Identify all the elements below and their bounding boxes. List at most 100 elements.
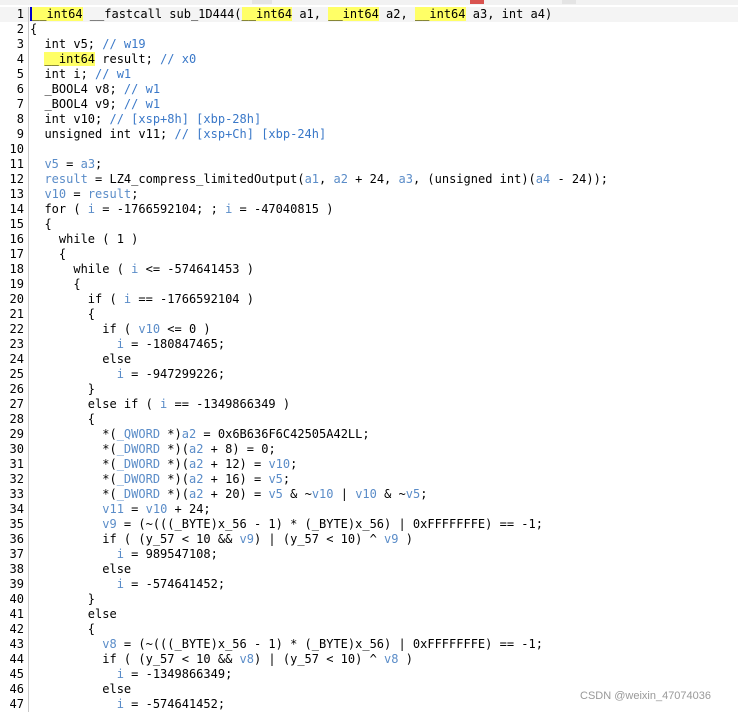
code-line[interactable]: 36 if ( (y_57 < 10 && v9) | (y_57 < 10) … xyxy=(0,532,738,547)
code-line[interactable]: 37 i = 989547108; xyxy=(0,547,738,562)
code-line[interactable]: 22 if ( v10 <= 0 ) xyxy=(0,322,738,337)
code-text[interactable]: *(_DWORD *)(a2 + 16) = v5; xyxy=(30,472,290,487)
code-line[interactable]: 39 i = -574641452; xyxy=(0,577,738,592)
code-line[interactable]: 25 i = -947299226; xyxy=(0,367,738,382)
code-text[interactable]: *(_QWORD *)a2 = 0x6B636F6C42505A42LL; xyxy=(30,427,369,442)
code-line[interactable]: 42 { xyxy=(0,622,738,637)
code-text[interactable]: int v5; // w19 xyxy=(30,37,145,52)
code-text[interactable]: else xyxy=(30,607,117,622)
tab-2[interactable] xyxy=(470,0,484,4)
code-line[interactable]: 40 } xyxy=(0,592,738,607)
code-text[interactable]: if ( (y_57 < 10 && v8) | (y_57 < 10) ^ v… xyxy=(30,652,413,667)
code-text[interactable]: i = 989547108; xyxy=(30,547,218,562)
code-text[interactable]: else xyxy=(30,682,131,697)
code-text[interactable]: { xyxy=(30,307,95,322)
code-text[interactable]: i = -1349866349; xyxy=(30,667,233,682)
code-line[interactable]: 14 for ( i = -1766592104; ; i = -4704081… xyxy=(0,202,738,217)
code-text[interactable]: v11 = v10 + 24; xyxy=(30,502,210,517)
code-line[interactable]: 10 xyxy=(0,142,738,157)
code-line[interactable]: 1 __int64 __fastcall sub_1D444(__int64 a1… xyxy=(0,7,738,22)
code-text[interactable]: if ( (y_57 < 10 && v9) | (y_57 < 10) ^ v… xyxy=(30,532,413,547)
code-text[interactable]: _BOOL4 v9; // w1 xyxy=(30,97,160,112)
code-text[interactable]: *(_DWORD *)(a2 + 20) = v5 & ~v10 | v10 &… xyxy=(30,487,427,502)
code-line[interactable]: 44 if ( (y_57 < 10 && v8) | (y_57 < 10) … xyxy=(0,652,738,667)
code-line[interactable]: 28 { xyxy=(0,412,738,427)
code-line[interactable]: 34 v11 = v10 + 24; xyxy=(0,502,738,517)
code-line[interactable]: 13 v10 = result; xyxy=(0,187,738,202)
code-line[interactable]: 41 else xyxy=(0,607,738,622)
code-line[interactable]: 12 result = LZ4_compress_limitedOutput(a… xyxy=(0,172,738,187)
code-line[interactable]: 20 if ( i == -1766592104 ) xyxy=(0,292,738,307)
code-line[interactable]: 17 { xyxy=(0,247,738,262)
code-line[interactable]: 18 while ( i <= -574641453 ) xyxy=(0,262,738,277)
line-number: 7 xyxy=(16,97,24,111)
line-number: 5 xyxy=(16,67,24,81)
code-line[interactable]: 3 int v5; // w19 xyxy=(0,37,738,52)
code-text[interactable]: for ( i = -1766592104; ; i = -47040815 ) xyxy=(30,202,333,217)
code-line[interactable]: 30 *(_DWORD *)(a2 + 8) = 0; xyxy=(0,442,738,457)
code-text[interactable]: { xyxy=(30,412,95,427)
code-line[interactable]: 23 i = -180847465; xyxy=(0,337,738,352)
code-text[interactable]: *(_DWORD *)(a2 + 8) = 0; xyxy=(30,442,275,457)
line-number: 43 xyxy=(9,637,24,651)
code-text[interactable]: { xyxy=(30,622,95,637)
code-line[interactable]: 35 v9 = (~(((_BYTE)x_56 - 1) * (_BYTE)x_… xyxy=(0,517,738,532)
gutter-separator xyxy=(28,367,29,382)
code-line[interactable]: 15 { xyxy=(0,217,738,232)
code-text[interactable]: { xyxy=(30,22,37,37)
code-line[interactable]: 26 } xyxy=(0,382,738,397)
code-line[interactable]: 9 unsigned int v11; // [xsp+Ch] [xbp-24h… xyxy=(0,127,738,142)
code-line[interactable]: 4 __int64 result; // x0 xyxy=(0,52,738,67)
code-line[interactable]: 16 while ( 1 ) xyxy=(0,232,738,247)
code-text[interactable]: else if ( i == -1349866349 ) xyxy=(30,397,290,412)
gutter-separator xyxy=(28,682,29,697)
tab-3[interactable] xyxy=(562,0,576,4)
code-text[interactable]: else xyxy=(30,562,131,577)
code-line[interactable]: 7 _BOOL4 v9; // w1 xyxy=(0,97,738,112)
code-text[interactable]: v8 = (~(((_BYTE)x_56 - 1) * (_BYTE)x_56)… xyxy=(30,637,543,652)
code-text[interactable]: int v10; // [xsp+8h] [xbp-28h] xyxy=(30,112,261,127)
code-text[interactable]: { xyxy=(30,217,51,232)
code-line[interactable]: 2{ xyxy=(0,22,738,37)
code-line[interactable]: 33 *(_DWORD *)(a2 + 20) = v5 & ~v10 | v1… xyxy=(0,487,738,502)
code-line[interactable]: 27 else if ( i == -1349866349 ) xyxy=(0,397,738,412)
code-line[interactable]: 32 *(_DWORD *)(a2 + 16) = v5; xyxy=(0,472,738,487)
code-text[interactable]: if ( i == -1766592104 ) xyxy=(30,292,254,307)
code-text[interactable]: { xyxy=(30,277,80,292)
code-line[interactable]: 5 int i; // w1 xyxy=(0,67,738,82)
code-text[interactable]: i = -180847465; xyxy=(30,337,225,352)
code-text[interactable]: i = -574641452; xyxy=(30,577,225,592)
code-line[interactable]: 45 i = -1349866349; xyxy=(0,667,738,682)
code-line[interactable]: 19 { xyxy=(0,277,738,292)
code-text[interactable]: if ( v10 <= 0 ) xyxy=(30,322,210,337)
code-text[interactable]: unsigned int v11; // [xsp+Ch] [xbp-24h] xyxy=(30,127,326,142)
code-line[interactable]: 8 int v10; // [xsp+8h] [xbp-28h] xyxy=(0,112,738,127)
code-text[interactable]: _BOOL4 v8; // w1 xyxy=(30,82,160,97)
code-text[interactable]: v10 = result; xyxy=(30,187,138,202)
code-line[interactable]: 24 else xyxy=(0,352,738,367)
code-text[interactable]: else xyxy=(30,352,131,367)
code-line[interactable]: 21 { xyxy=(0,307,738,322)
code-text[interactable]: v5 = a3; xyxy=(30,157,102,172)
tab-1[interactable] xyxy=(252,0,272,4)
code-line[interactable]: 11 v5 = a3; xyxy=(0,157,738,172)
code-text[interactable]: __int64 __fastcall sub_1D444(__int64 a1,… xyxy=(30,7,552,22)
code-text[interactable]: __int64 result; // x0 xyxy=(30,52,196,67)
pseudocode-view[interactable]: 1 __int64 __fastcall sub_1D444(__int64 a1… xyxy=(0,7,738,712)
code-text[interactable]: *(_DWORD *)(a2 + 12) = v10; xyxy=(30,457,297,472)
code-text[interactable]: } xyxy=(30,592,95,607)
code-text[interactable]: int i; // w1 xyxy=(30,67,131,82)
code-text[interactable]: v9 = (~(((_BYTE)x_56 - 1) * (_BYTE)x_56)… xyxy=(30,517,543,532)
code-text[interactable]: while ( 1 ) xyxy=(30,232,138,247)
code-text[interactable]: i = -947299226; xyxy=(30,367,225,382)
code-line[interactable]: 31 *(_DWORD *)(a2 + 12) = v10; xyxy=(0,457,738,472)
code-text[interactable]: result = LZ4_compress_limitedOutput(a1, … xyxy=(30,172,608,187)
code-text[interactable]: i = -574641452; xyxy=(30,697,225,712)
code-line[interactable]: 43 v8 = (~(((_BYTE)x_56 - 1) * (_BYTE)x_… xyxy=(0,637,738,652)
code-line[interactable]: 6 _BOOL4 v8; // w1 xyxy=(0,82,738,97)
code-line[interactable]: 29 *(_QWORD *)a2 = 0x6B636F6C42505A42LL; xyxy=(0,427,738,442)
code-text[interactable]: while ( i <= -574641453 ) xyxy=(30,262,254,277)
code-text[interactable]: } xyxy=(30,382,95,397)
code-line[interactable]: 38 else xyxy=(0,562,738,577)
code-text[interactable]: { xyxy=(30,247,66,262)
